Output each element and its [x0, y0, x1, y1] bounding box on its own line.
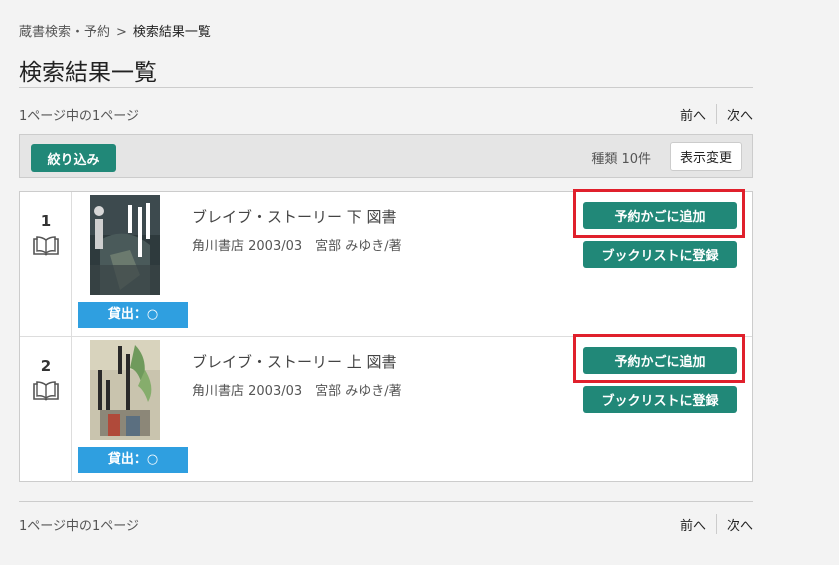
view-change-button[interactable]: 表示変更 — [670, 142, 742, 171]
breadcrumb-separator: > — [116, 25, 127, 40]
bottom-divider — [19, 501, 753, 502]
page-info-top: 1ページ中の1ページ — [19, 109, 140, 124]
book-icon — [33, 236, 59, 256]
availability-badge: 貸出：○ — [78, 302, 188, 328]
book-title-link[interactable]: ブレイブ・ストーリー 上 図書 — [192, 351, 397, 372]
pager-divider — [715, 514, 717, 534]
breadcrumb: 蔵書検索・予約 > 検索結果一覧 — [19, 21, 211, 40]
prev-page-link[interactable]: 前へ — [680, 105, 706, 124]
add-to-reservation-cart-button[interactable]: 予約かごに追加 — [583, 347, 737, 374]
add-to-reservation-cart-button[interactable]: 予約かごに追加 — [583, 202, 737, 229]
pager-bottom: 前へ 次へ — [680, 514, 753, 534]
availability-badge: 貸出：○ — [78, 447, 188, 473]
filter-button[interactable]: 絞り込み — [31, 144, 116, 172]
breadcrumb-current: 検索結果一覧 — [132, 25, 211, 40]
title-divider — [19, 87, 753, 88]
book-publication-info: 角川書店 2003/03 宮部 みゆき∕著 — [192, 384, 402, 399]
result-number-column: 1 — [20, 192, 72, 336]
prev-page-link[interactable]: 前へ — [680, 515, 706, 534]
add-to-booklist-button[interactable]: ブックリストに登録 — [583, 386, 737, 413]
results-list: 1 貸出：○ ブレイブ・ストーリー 下 図書 角川書店 2003/03 宮部 み… — [19, 189, 753, 482]
pager-divider — [715, 104, 717, 124]
page-title: 検索結果一覧 — [19, 60, 157, 86]
book-cover-image[interactable] — [90, 340, 160, 440]
book-cover-image[interactable] — [90, 195, 160, 295]
add-to-booklist-button[interactable]: ブックリストに登録 — [583, 241, 737, 268]
result-number: 2 — [40, 357, 52, 375]
result-number-column: 2 — [20, 337, 72, 482]
result-row: 2 貸出：○ ブレイブ・ストーリー 上 図書 角川書店 2003/03 宮部 み… — [20, 334, 752, 482]
breadcrumb-parent-link[interactable]: 蔵書検索・予約 — [19, 25, 110, 40]
book-title-link[interactable]: ブレイブ・ストーリー 下 図書 — [192, 206, 397, 227]
next-page-link[interactable]: 次へ — [727, 105, 753, 124]
page-info-bottom: 1ページ中の1ページ — [19, 519, 140, 534]
result-kinds-count: 種類 10件 — [591, 152, 651, 167]
pager-top: 前へ 次へ — [680, 104, 753, 124]
result-row: 1 貸出：○ ブレイブ・ストーリー 下 図書 角川書店 2003/03 宮部 み… — [20, 189, 752, 337]
next-page-link[interactable]: 次へ — [727, 515, 753, 534]
result-number: 1 — [40, 212, 52, 230]
filter-bar: 絞り込み 種類 10件 表示変更 — [19, 134, 753, 178]
book-publication-info: 角川書店 2003/03 宮部 みゆき∕著 — [192, 239, 402, 254]
book-icon — [33, 381, 59, 401]
